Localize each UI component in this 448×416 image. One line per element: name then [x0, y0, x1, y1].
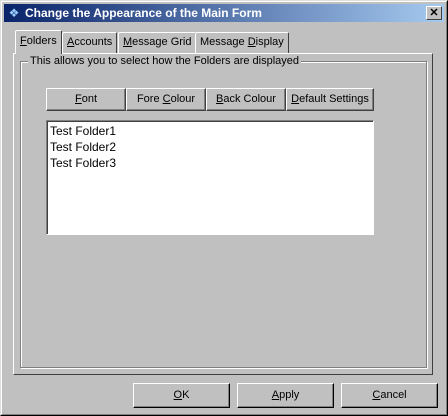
close-icon: ✕ — [429, 7, 439, 19]
tab-label: essage Grid — [132, 36, 192, 48]
ok-button[interactable]: OK — [133, 383, 230, 408]
apply-button[interactable]: Apply — [237, 383, 334, 408]
back-colour-button[interactable]: Back Colour — [206, 88, 286, 111]
button-label: Fore — [136, 93, 163, 105]
button-mnemonic: D — [291, 93, 300, 105]
tab-label: Message — [200, 36, 248, 48]
tab-mnemonic: M — [123, 36, 133, 48]
button-mnemonic: O — [173, 389, 183, 401]
tab-label: isplay — [255, 36, 284, 48]
tab-message-display[interactable]: Message Display — [195, 32, 289, 53]
tab-mnemonic: F — [20, 35, 27, 47]
button-label: ack Colour — [223, 93, 276, 105]
cancel-button[interactable]: Cancel — [341, 383, 438, 408]
group-label: This allows you to select how the Folder… — [28, 55, 302, 67]
app-icon: ❖ — [8, 6, 20, 20]
list-item[interactable]: Test Folder1 — [50, 123, 370, 139]
button-label: ancel — [380, 389, 407, 401]
window-title: Change the Appearance of the Main Form — [25, 6, 262, 20]
font-button[interactable]: Font — [46, 88, 126, 111]
tab-accounts[interactable]: Accounts — [62, 32, 118, 53]
button-mnemonic: A — [271, 389, 280, 401]
list-item[interactable]: Test Folder3 — [50, 155, 370, 171]
list-item[interactable]: Test Folder2 — [50, 139, 370, 155]
tab-folders[interactable]: Folders — [15, 30, 62, 54]
button-label: olour — [170, 93, 196, 105]
tab-mnemonic: D — [247, 36, 256, 48]
button-label: pply — [279, 389, 300, 401]
title-bar[interactable]: ❖ Change the Appearance of the Main Form… — [4, 4, 444, 22]
button-mnemonic: F — [74, 93, 82, 105]
default-settings-button[interactable]: Default Settings — [286, 88, 374, 111]
tab-label: olders — [26, 35, 57, 47]
button-label: ont — [81, 93, 98, 105]
tab-label: ccounts — [74, 36, 113, 48]
folders-listbox[interactable]: Test Folder1 Test Folder2 Test Folder3 — [46, 120, 374, 235]
button-label: K — [182, 389, 190, 401]
close-button[interactable]: ✕ — [426, 6, 442, 20]
button-label: efault Settings — [299, 93, 369, 105]
tab-message-grid[interactable]: Message Grid — [118, 32, 197, 53]
button-mnemonic: C — [162, 93, 171, 105]
fore-colour-button[interactable]: Fore Colour — [126, 88, 206, 111]
